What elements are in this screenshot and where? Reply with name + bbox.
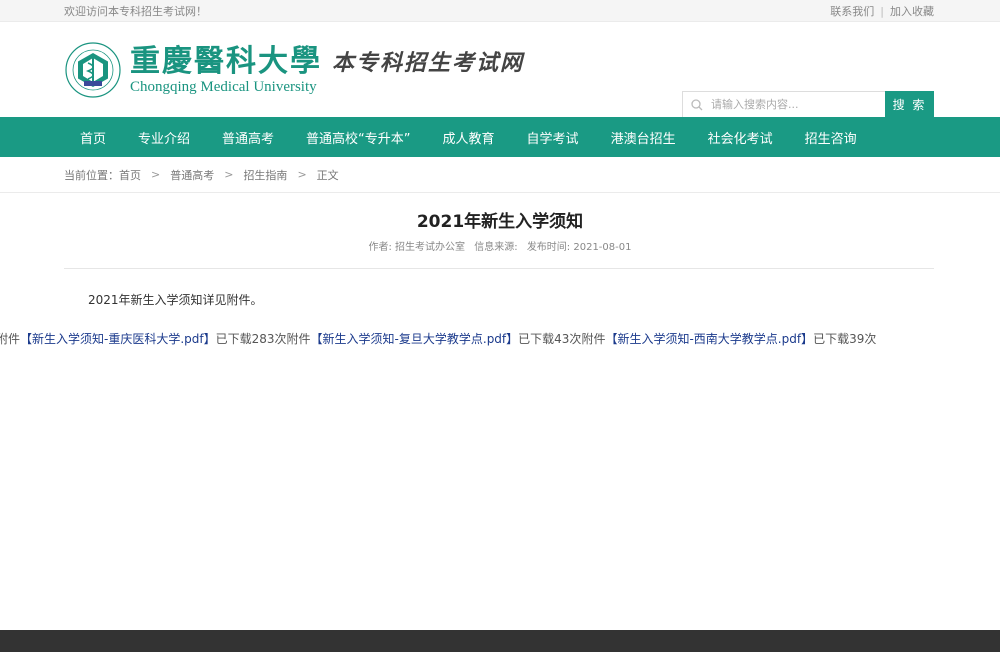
top-links: 联系我们 | 加入收藏 [830, 3, 934, 19]
breadcrumb-guide[interactable]: 招生指南 [243, 167, 287, 183]
breadcrumb-home[interactable]: 首页 [119, 167, 141, 183]
site-logo[interactable]: 重慶醫科大學 Chongqing Medical University 本专科招… [64, 40, 524, 100]
search-box [682, 91, 885, 118]
article: 2021年新生入学须知 作者: 招生考试办公室 信息来源: 发布时间: 2021… [0, 193, 1000, 346]
article-meta: 作者: 招生考试办公室 信息来源: 发布时间: 2021-08-01 [0, 238, 1000, 253]
nav-item-consulting[interactable]: 招生咨询 [789, 117, 873, 157]
breadcrumb: 当前位置： 首页 > 普通高考 > 招生指南 > 正文 [0, 157, 1000, 193]
article-date: 发布时间: 2021-08-01 [526, 242, 632, 253]
nav-item-zhuanshengben[interactable]: 普通高校“专升本” [290, 117, 426, 157]
attachment-link[interactable]: 【新生入学须知-重庆医科大学.pdf】 [20, 332, 216, 346]
attachment-downloads: 已下载39次 [813, 332, 877, 346]
article-source: 信息来源: [474, 242, 518, 253]
article-author: 作者: 招生考试办公室 [368, 242, 466, 253]
article-title: 2021年新生入学须知 [416, 212, 584, 232]
nav-item-hk-macao-taiwan[interactable]: 港澳台招生 [595, 117, 692, 157]
breadcrumb-arrow: > [297, 168, 307, 181]
nav-item-adult-education[interactable]: 成人教育 [427, 117, 511, 157]
article-divider [64, 268, 934, 269]
article-body: 2021年新生入学须知详见附件。 [88, 293, 263, 307]
top-bar: 欢迎访问本专科招生考试网！ 联系我们 | 加入收藏 [0, 0, 1000, 22]
nav-item-social-exam[interactable]: 社会化考试 [692, 117, 789, 157]
search-icon [691, 98, 703, 110]
breadcrumb-prefix: 当前位置： [64, 168, 119, 182]
attachment-prefix: 附件 [581, 332, 606, 346]
attachment-prefix: 附件 [0, 332, 21, 346]
attachment-link[interactable]: 【新生入学须知-复旦大学教学点.pdf】 [311, 332, 519, 346]
attachment-downloads: 已下载43次 [518, 332, 582, 346]
site-name: 本专科招生考试网 [332, 50, 525, 76]
search-input[interactable] [711, 98, 881, 111]
nav-item-majors[interactable]: 专业介绍 [122, 117, 206, 157]
attachment-downloads: 已下载283次 [215, 332, 287, 346]
attachment-list: 附件【新生入学须知-重庆医科大学.pdf】已下载283次附件【新生入学须知-复旦… [0, 330, 876, 347]
main-nav: 首页 专业介绍 普通高考 普通高校“专升本” 成人教育 自学考试 港澳台招生 社… [0, 117, 1000, 157]
search-bar: 搜 索 [682, 91, 934, 118]
site-footer [0, 630, 1000, 652]
top-separator: | [880, 4, 884, 18]
breadcrumb-arrow: > [151, 168, 161, 181]
bookmark-link[interactable]: 加入收藏 [890, 3, 934, 19]
contact-link[interactable]: 联系我们 [830, 3, 874, 19]
attachment-link[interactable]: 【新生入学须知-西南大学教学点.pdf】 [605, 332, 813, 346]
welcome-text: 欢迎访问本专科招生考试网！ [64, 5, 207, 18]
search-button[interactable]: 搜 索 [885, 91, 934, 118]
breadcrumb-arrow: > [224, 168, 234, 181]
nav-item-gaokao[interactable]: 普通高考 [206, 117, 290, 157]
breadcrumb-current: 正文 [316, 168, 339, 182]
nav-item-self-study-exam[interactable]: 自学考试 [511, 117, 595, 157]
attachment-prefix: 附件 [286, 332, 311, 346]
logo-english-name: Chongqing Medical University [130, 79, 317, 95]
nav-item-home[interactable]: 首页 [64, 117, 122, 157]
logo-chinese-name: 重慶醫科大學 [130, 44, 322, 79]
site-header: 重慶醫科大學 Chongqing Medical University 本专科招… [0, 22, 1000, 118]
university-emblem-icon [64, 41, 122, 99]
breadcrumb-gaokao[interactable]: 普通高考 [170, 167, 214, 183]
